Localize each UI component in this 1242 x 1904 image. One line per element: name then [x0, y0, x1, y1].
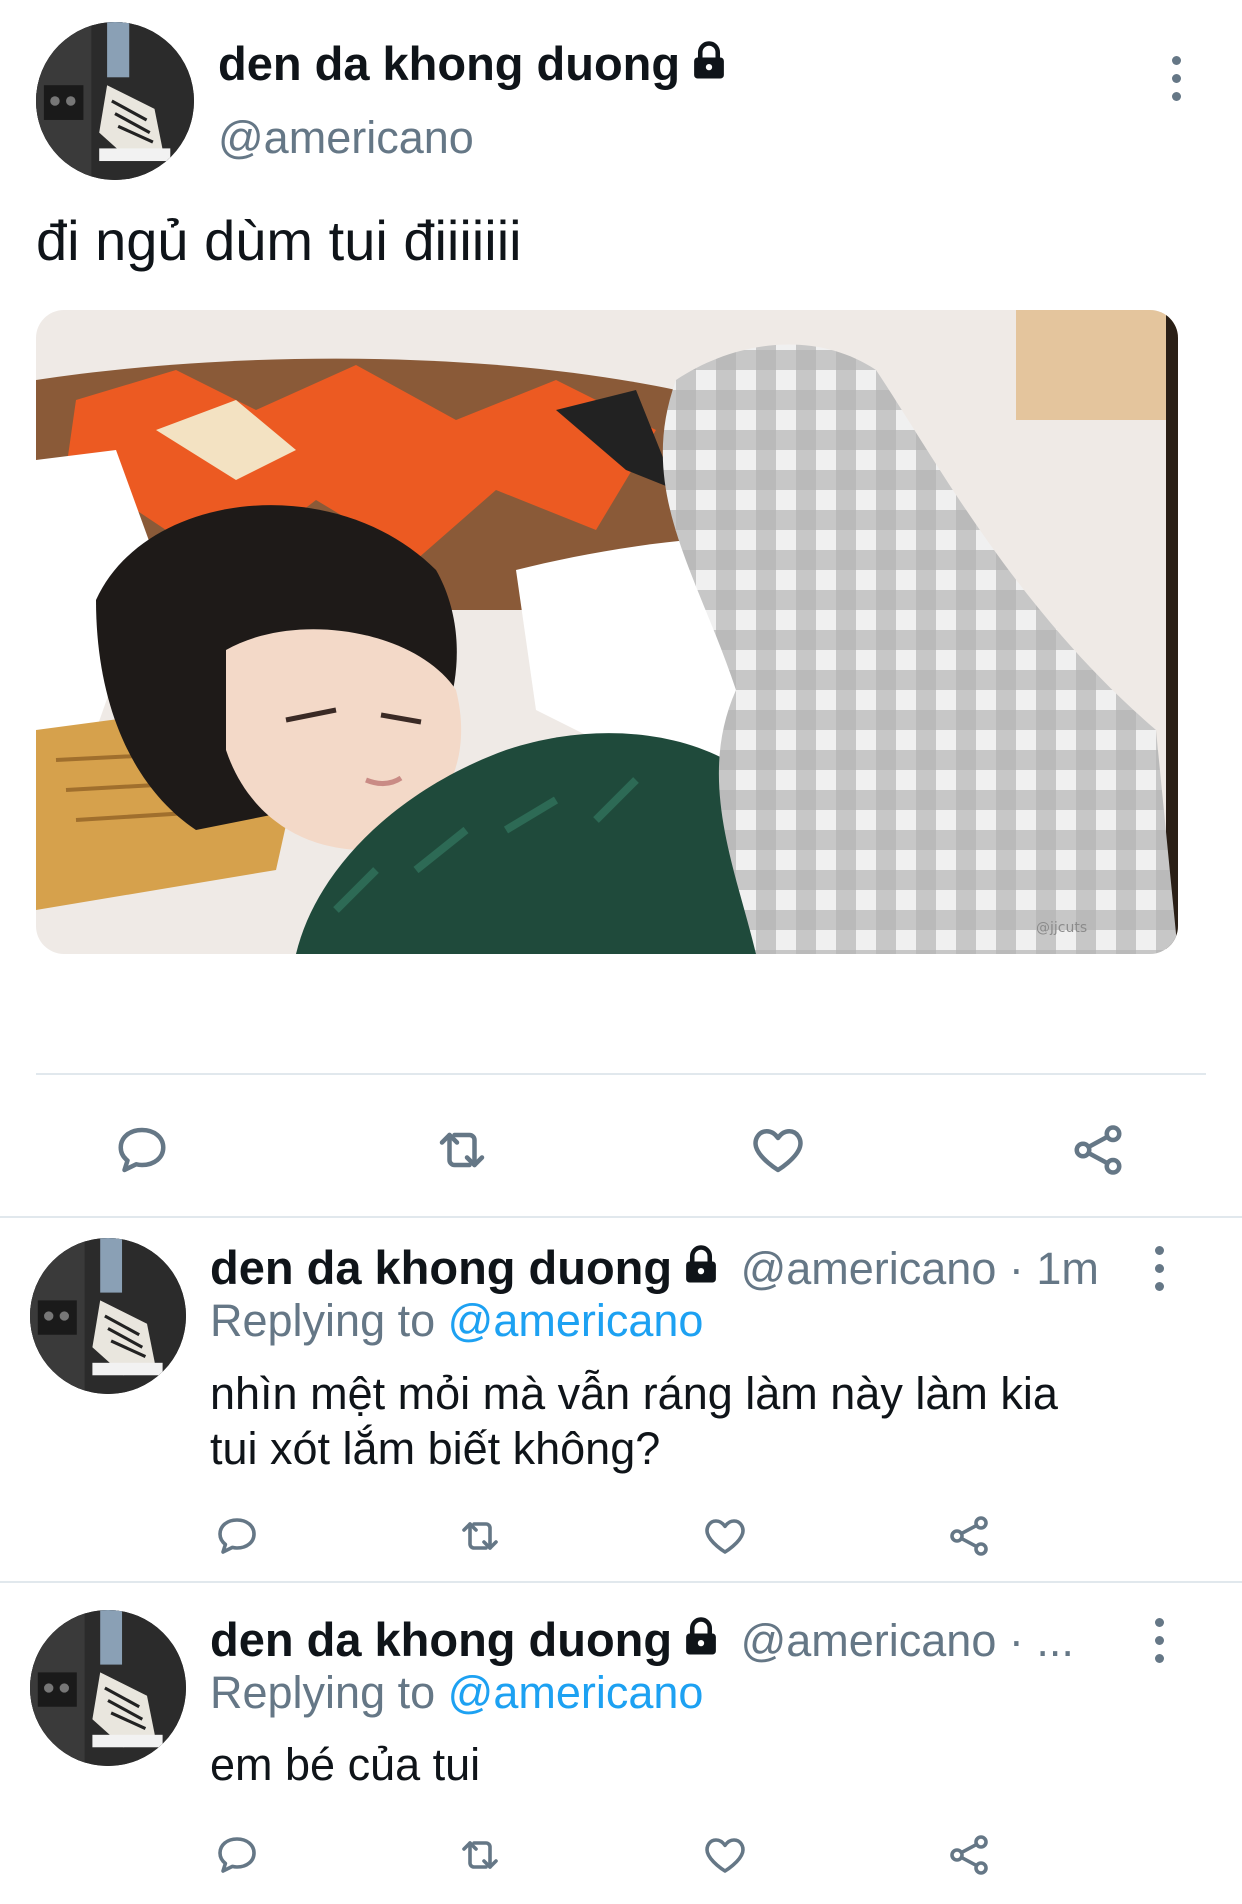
divider	[0, 1216, 1242, 1218]
image-watermark: @jjcuts	[1036, 920, 1087, 936]
like-icon[interactable]	[693, 1827, 757, 1883]
lock-icon	[680, 1244, 722, 1286]
divider	[36, 1073, 1206, 1075]
more-options-icon[interactable]	[1149, 1618, 1169, 1663]
avatar[interactable]	[30, 1238, 186, 1394]
share-icon[interactable]	[1056, 1115, 1140, 1185]
tweet-image[interactable]: @jjcuts	[36, 310, 1178, 954]
retweet-icon[interactable]	[448, 1508, 512, 1564]
divider	[0, 1581, 1242, 1583]
reply-icon[interactable]	[205, 1508, 269, 1564]
tweet-text: đi ngủ dùm tui điiiiiii	[36, 209, 522, 272]
share-icon[interactable]	[937, 1827, 1001, 1883]
handle-timestamp[interactable]: @americano · 1m	[741, 1243, 1099, 1294]
replying-to-link[interactable]: @americano	[448, 1295, 704, 1346]
lock-icon	[680, 1616, 722, 1658]
avatar[interactable]	[36, 22, 194, 180]
like-icon[interactable]	[693, 1508, 757, 1564]
replying-to-link[interactable]: @americano	[448, 1667, 704, 1718]
reply-text: em bé của tui	[210, 1739, 481, 1790]
avatar[interactable]	[30, 1610, 186, 1766]
handle[interactable]: @americano	[218, 112, 474, 164]
display-name[interactable]: den da khong duong	[210, 1241, 672, 1294]
reply-icon[interactable]	[205, 1827, 269, 1883]
handle-timestamp[interactable]: @americano · ...	[741, 1615, 1074, 1666]
reply-icon[interactable]	[100, 1115, 184, 1185]
display-name[interactable]: den da khong duong	[210, 1613, 672, 1666]
retweet-icon[interactable]	[420, 1115, 504, 1185]
display-name[interactable]: den da khong duong	[218, 36, 730, 91]
reply-text: nhìn mệt mỏi mà vẫn ráng làm này làm kia…	[210, 1368, 1058, 1474]
more-options-icon[interactable]	[1149, 1246, 1169, 1291]
like-icon[interactable]	[736, 1115, 820, 1185]
replying-to: Replying to @americano	[210, 1295, 704, 1346]
more-options-icon[interactable]	[1166, 56, 1186, 101]
replying-to: Replying to @americano	[210, 1667, 704, 1718]
retweet-icon[interactable]	[448, 1827, 512, 1883]
lock-icon	[688, 40, 730, 82]
share-icon[interactable]	[937, 1508, 1001, 1564]
